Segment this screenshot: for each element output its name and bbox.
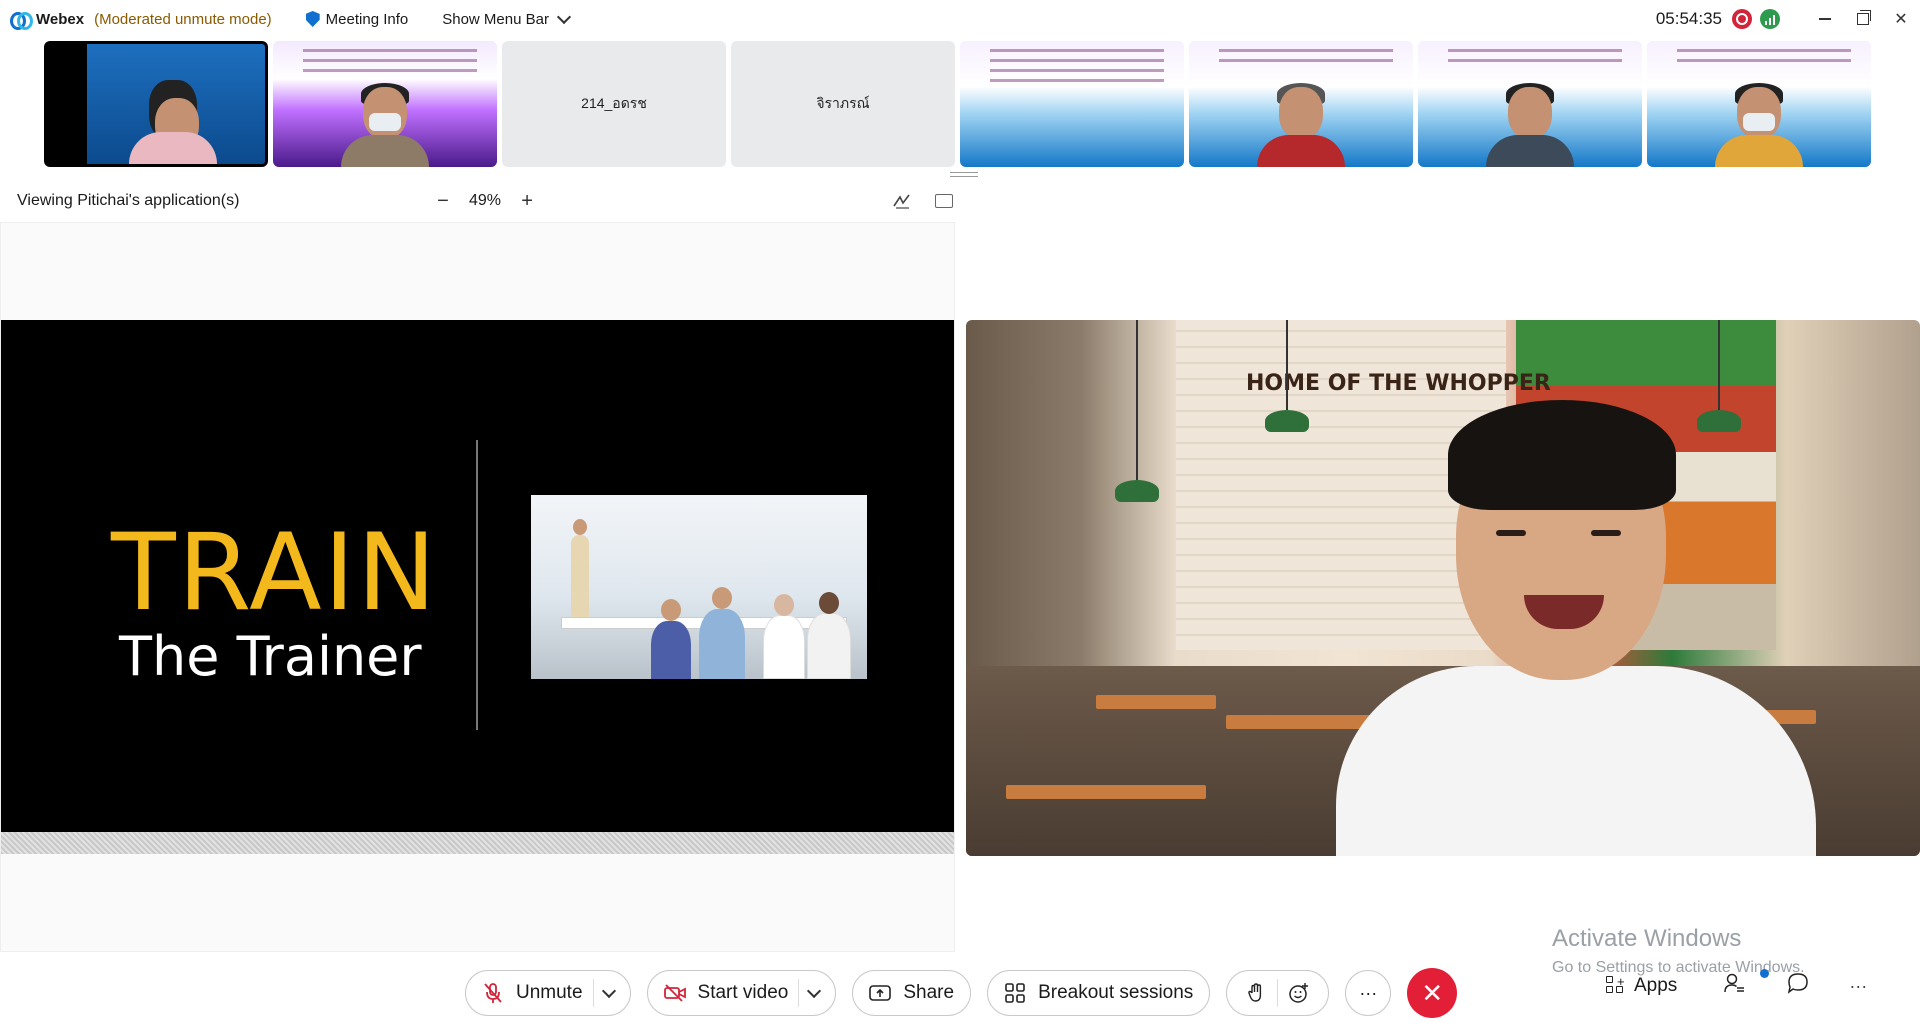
- chevron-down-icon: [556, 9, 572, 24]
- participant-tile[interactable]: [960, 41, 1184, 167]
- meeting-info-button[interactable]: Meeting Info: [305, 10, 409, 28]
- start-video-button[interactable]: Start video: [646, 970, 837, 1016]
- speaker-person: [1336, 380, 1816, 856]
- participant-tile[interactable]: [1418, 41, 1642, 167]
- chevron-down-icon[interactable]: [807, 983, 822, 999]
- participant-tile[interactable]: [273, 41, 497, 167]
- show-menu-bar-label: Show Menu Bar: [442, 10, 549, 28]
- raise-hand-icon[interactable]: [1239, 976, 1273, 1010]
- share-viewing-bar: Viewing Pitichai's application(s) − 49% …: [17, 186, 957, 216]
- chat-icon: [1788, 973, 1809, 994]
- app-name: Webex: [36, 10, 85, 28]
- share-label: Share: [903, 982, 955, 1003]
- participant-filmstrip: 214_อดรช จิราภรณ์: [44, 41, 1871, 167]
- zoom-out-button[interactable]: −: [435, 190, 451, 213]
- viewing-label: Viewing Pitichai's application(s): [17, 192, 240, 209]
- breakout-label: Breakout sessions: [1038, 982, 1194, 1003]
- reactions-icon[interactable]: [1282, 976, 1316, 1010]
- recording-icon[interactable]: [1732, 9, 1752, 29]
- reactions-group: [1226, 970, 1330, 1016]
- panel-controls: + Apps ···: [1606, 969, 1867, 1000]
- zoom-level: 49%: [469, 192, 502, 209]
- restore-icon: [1857, 10, 1871, 25]
- watermark-title: Activate Windows: [1552, 925, 1742, 952]
- network-health-icon[interactable]: [1760, 9, 1780, 29]
- shared-slide: TRAIN The Trainer: [1, 320, 954, 832]
- webex-logo-icon: [10, 12, 33, 30]
- unmute-button[interactable]: Unmute: [465, 970, 631, 1016]
- meeting-controls: Unmute Start video Share Breakout sessio…: [465, 968, 1458, 1018]
- participants-button[interactable]: [1723, 972, 1745, 1000]
- participant-name: 214_อดรช: [581, 95, 647, 111]
- unmute-label: Unmute: [516, 982, 583, 1003]
- meeting-clock: 05:54:35: [1655, 9, 1722, 28]
- show-menu-bar-button[interactable]: Show Menu Bar: [442, 9, 572, 28]
- apps-label: Apps: [1634, 975, 1678, 996]
- breakout-icon: [1004, 982, 1026, 1004]
- participant-tile[interactable]: [44, 41, 268, 167]
- close-icon: ✕: [1894, 11, 1908, 28]
- apps-button[interactable]: + Apps: [1606, 969, 1769, 997]
- participant-name: จิราภรณ์: [816, 95, 870, 111]
- more-icon: ···: [1359, 982, 1378, 1003]
- leave-meeting-button[interactable]: ✕: [1407, 968, 1458, 1018]
- participant-tile[interactable]: 214_อดรช: [502, 41, 726, 167]
- participant-tile[interactable]: [1647, 41, 1871, 167]
- meeting-mode: (Moderated unmute mode): [94, 10, 272, 28]
- zoom-control: − 49% +: [435, 190, 535, 213]
- active-speaker-video: HOME OF THE WHOPPER: [966, 320, 1920, 856]
- more-icon[interactable]: ···: [1849, 976, 1867, 997]
- title-bar: Webex (Moderated unmute mode) Meeting In…: [0, 0, 1920, 38]
- chevron-down-icon[interactable]: [601, 983, 616, 999]
- participants-icon: [1724, 973, 1745, 993]
- close-button[interactable]: ✕: [1882, 0, 1920, 38]
- share-icon: [869, 982, 892, 1004]
- share-button[interactable]: Share: [852, 970, 972, 1016]
- close-icon: ✕: [1421, 977, 1444, 1008]
- chat-button[interactable]: [1787, 972, 1809, 1000]
- slide-subtitle: The Trainer: [119, 625, 422, 688]
- slide-title: TRAIN: [111, 511, 439, 634]
- video-off-icon: [663, 982, 686, 1004]
- slide-photo: [531, 495, 867, 679]
- more-options-button[interactable]: ···: [1345, 970, 1392, 1016]
- annotate-icon[interactable]: [893, 193, 911, 209]
- zoom-in-button[interactable]: +: [519, 190, 535, 213]
- start-video-label: Start video: [697, 982, 789, 1003]
- meeting-info-label: Meeting Info: [325, 10, 409, 28]
- slide-scrollbar[interactable]: [1, 832, 954, 854]
- microphone-muted-icon: [482, 982, 504, 1004]
- slide-divider: [476, 440, 478, 730]
- breakout-sessions-button[interactable]: Breakout sessions: [987, 970, 1211, 1016]
- restore-button[interactable]: [1844, 0, 1882, 38]
- notification-dot: [1760, 969, 1769, 978]
- shield-icon: [305, 11, 320, 27]
- minimize-button[interactable]: [1806, 0, 1844, 38]
- apps-icon: +: [1606, 975, 1626, 996]
- participant-tile[interactable]: จิราภรณ์: [731, 41, 955, 167]
- minimize-icon: [1819, 18, 1831, 20]
- participant-tile[interactable]: [1189, 41, 1413, 167]
- shared-screen-icon[interactable]: [935, 194, 953, 208]
- filmstrip-resize-handle[interactable]: [950, 172, 978, 177]
